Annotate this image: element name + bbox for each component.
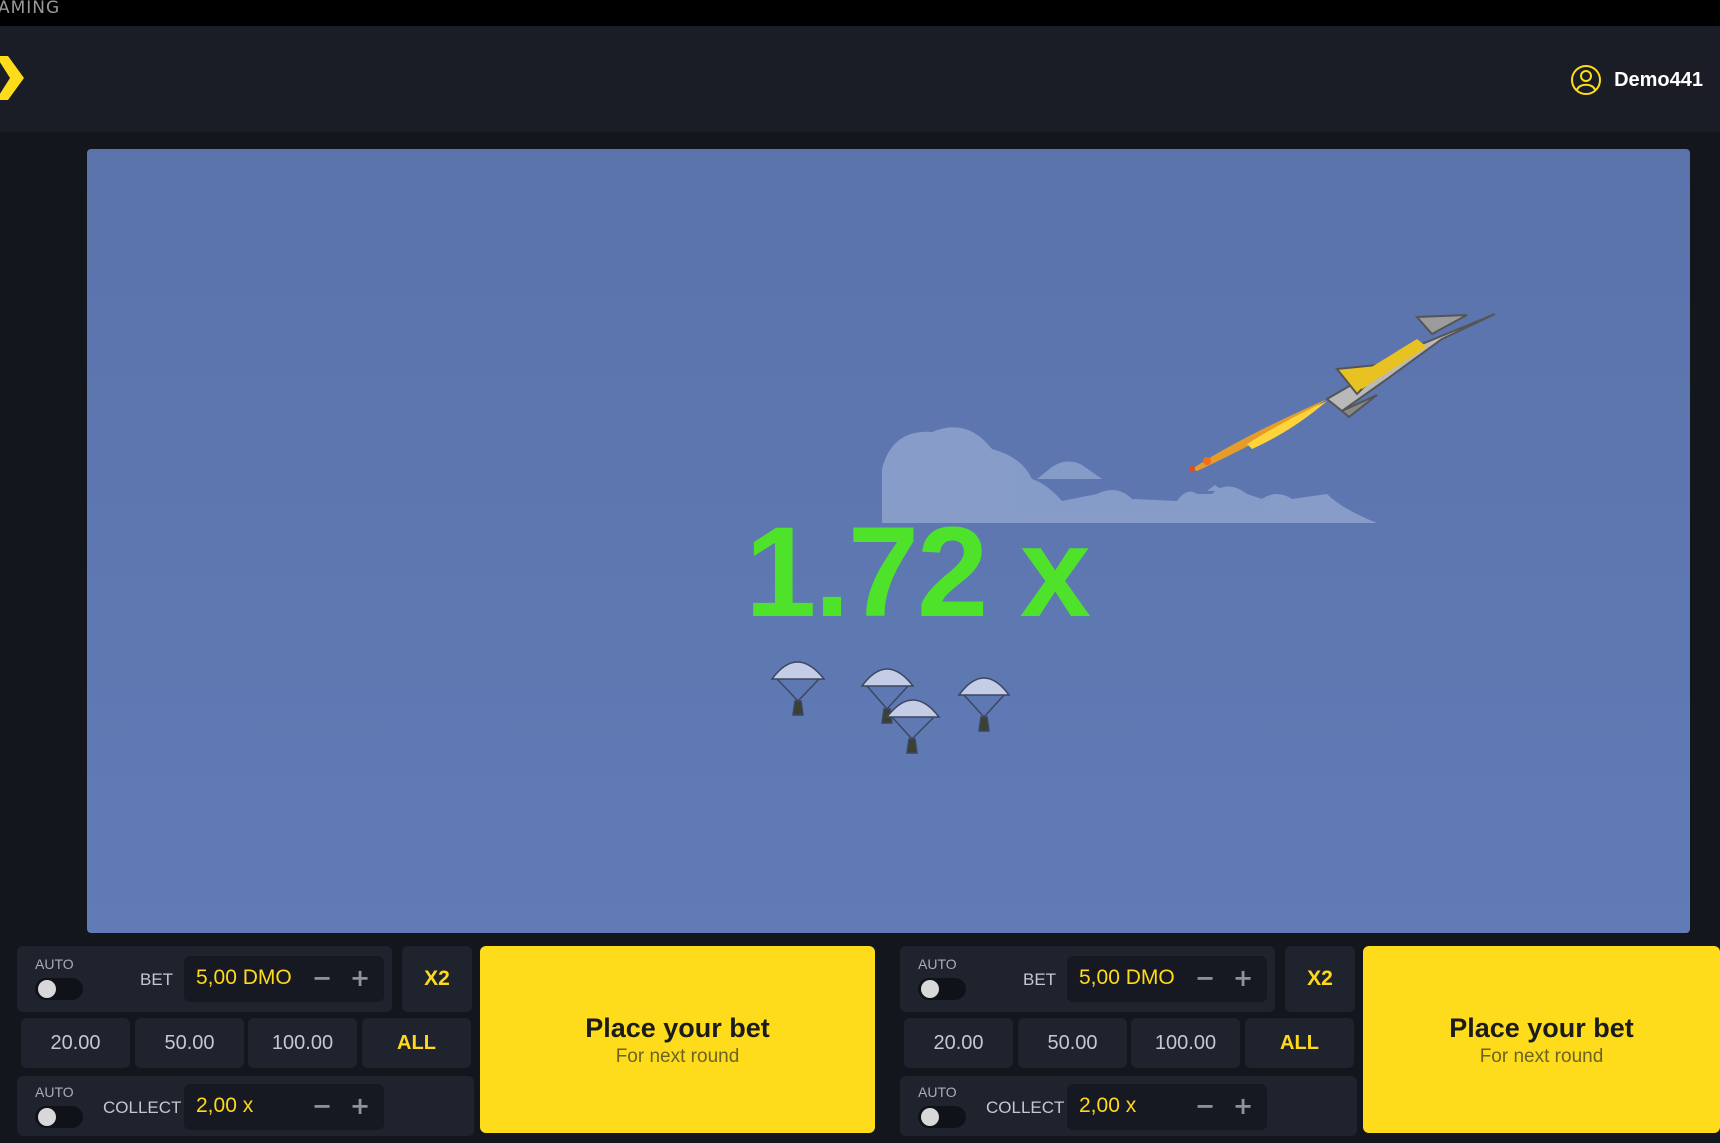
bet-amount-field[interactable]: 5,00 DMO − + bbox=[1067, 956, 1267, 1002]
parachutist-icon bbox=[957, 677, 1011, 732]
auto-collect-label: AUTO bbox=[918, 1084, 957, 1100]
quick-amount-all-button[interactable]: ALL bbox=[1245, 1018, 1354, 1068]
parachutist-icon bbox=[885, 699, 941, 754]
collect-decrease-button[interactable]: − bbox=[1193, 1092, 1217, 1120]
collect-row: AUTO COLLECT 2,00 x − + bbox=[17, 1076, 474, 1136]
quick-amount-row: 20.00 50.00 100.00 ALL bbox=[17, 1018, 474, 1070]
username: Demo441 bbox=[1614, 68, 1703, 91]
top-strip: AMING bbox=[0, 0, 1720, 26]
auto-collect-group: AUTO bbox=[918, 1084, 978, 1128]
collect-multiplier-value: 2,00 x bbox=[1079, 1094, 1137, 1117]
auto-collect-toggle[interactable] bbox=[918, 1106, 966, 1128]
user-menu[interactable]: Demo441 bbox=[1570, 64, 1703, 96]
round-multiplier: 1.72 x bbox=[745, 501, 1091, 644]
auto-bet-group: AUTO bbox=[918, 956, 978, 1000]
bet-label: BET bbox=[1023, 970, 1057, 989]
auto-collect-label: AUTO bbox=[35, 1084, 74, 1100]
bet-row: AUTO BET 5,00 DMO − + bbox=[900, 946, 1275, 1012]
jet-plane-icon bbox=[1325, 313, 1496, 419]
flame-trail-icon bbox=[1189, 399, 1327, 472]
bet-increase-button[interactable]: + bbox=[348, 964, 372, 992]
collect-increase-button[interactable]: + bbox=[348, 1092, 372, 1120]
auto-bet-toggle[interactable] bbox=[918, 978, 966, 1000]
bet-row: AUTO BET 5,00 DMO − + bbox=[17, 946, 392, 1012]
quick-amount-20-button[interactable]: 20.00 bbox=[21, 1018, 130, 1068]
quick-amount-100-button[interactable]: 100.00 bbox=[248, 1018, 357, 1068]
bet-panel-right: AUTO BET 5,00 DMO − + X2 20.00 50.00 100… bbox=[900, 946, 1357, 1136]
game-canvas: 1.72 x bbox=[87, 149, 1690, 933]
collect-multiplier-field[interactable]: 2,00 x − + bbox=[184, 1084, 384, 1130]
place-bet-button-right[interactable]: Place your bet For next round bbox=[1363, 946, 1720, 1133]
quick-amount-all-button[interactable]: ALL bbox=[362, 1018, 471, 1068]
place-bet-title: Place your bet bbox=[585, 1013, 770, 1043]
bet-label: BET bbox=[140, 970, 174, 989]
collect-label: COLLECT bbox=[986, 1098, 1065, 1117]
place-bet-button-left[interactable]: Place your bet For next round bbox=[480, 946, 875, 1133]
quick-amount-50-button[interactable]: 50.00 bbox=[135, 1018, 244, 1068]
collect-decrease-button[interactable]: − bbox=[310, 1092, 334, 1120]
double-bet-button[interactable]: X2 bbox=[402, 946, 472, 1012]
place-bet-subtitle: For next round bbox=[615, 1046, 740, 1067]
parachutist-icon bbox=[770, 661, 826, 716]
auto-bet-label: AUTO bbox=[35, 956, 74, 972]
collect-label: COLLECT bbox=[103, 1098, 182, 1117]
auto-collect-group: AUTO bbox=[35, 1084, 95, 1128]
header-bar: Demo441 bbox=[0, 26, 1720, 132]
bet-amount-field[interactable]: 5,00 DMO − + bbox=[184, 956, 384, 1002]
quick-amount-50-button[interactable]: 50.00 bbox=[1018, 1018, 1127, 1068]
collect-multiplier-field[interactable]: 2,00 x − + bbox=[1067, 1084, 1267, 1130]
bet-decrease-button[interactable]: − bbox=[310, 964, 334, 992]
collect-increase-button[interactable]: + bbox=[1231, 1092, 1255, 1120]
place-bet-title: Place your bet bbox=[1449, 1013, 1634, 1043]
auto-collect-toggle[interactable] bbox=[35, 1106, 83, 1128]
collect-multiplier-value: 2,00 x bbox=[196, 1094, 254, 1117]
brand-fragment: AMING bbox=[0, 0, 61, 18]
user-avatar-icon bbox=[1571, 65, 1602, 95]
bet-amount-value: 5,00 DMO bbox=[1079, 966, 1175, 989]
auto-bet-label: AUTO bbox=[918, 956, 957, 972]
double-bet-button[interactable]: X2 bbox=[1285, 946, 1355, 1012]
quick-amount-row: 20.00 50.00 100.00 ALL bbox=[900, 1018, 1357, 1070]
quick-amount-100-button[interactable]: 100.00 bbox=[1131, 1018, 1240, 1068]
logo-x-icon[interactable] bbox=[0, 48, 26, 108]
auto-bet-toggle[interactable] bbox=[35, 978, 83, 1000]
bet-amount-value: 5,00 DMO bbox=[196, 966, 292, 989]
quick-amount-20-button[interactable]: 20.00 bbox=[904, 1018, 1013, 1068]
place-bet-subtitle: For next round bbox=[1479, 1046, 1604, 1067]
bet-decrease-button[interactable]: − bbox=[1193, 964, 1217, 992]
bet-increase-button[interactable]: + bbox=[1231, 964, 1255, 992]
auto-bet-group: AUTO bbox=[35, 956, 95, 1000]
bet-panel-left: AUTO BET 5,00 DMO − + X2 20.00 50.00 100… bbox=[17, 946, 474, 1136]
collect-row: AUTO COLLECT 2,00 x − + bbox=[900, 1076, 1357, 1136]
